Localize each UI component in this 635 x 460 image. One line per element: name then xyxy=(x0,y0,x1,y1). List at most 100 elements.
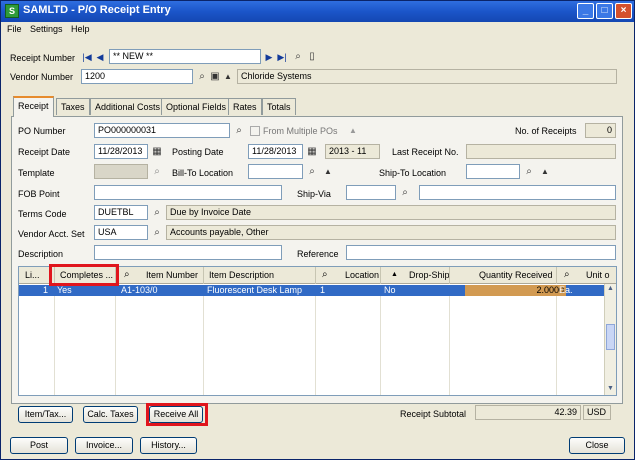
vendor-number-label: Vendor Number xyxy=(10,72,74,82)
column-line[interactable]: Li... xyxy=(25,270,40,280)
from-multiple-pos-label: From Multiple POs xyxy=(263,126,338,136)
minimize-icon[interactable]: _ xyxy=(577,3,594,19)
new-document-icon[interactable]: ▯ xyxy=(306,51,318,63)
ship-to-location-label: Ship-To Location xyxy=(379,168,447,178)
last-record-icon[interactable]: ▶| xyxy=(277,51,287,63)
reference-label: Reference xyxy=(297,249,339,259)
cell-location[interactable]: 1 xyxy=(320,285,325,295)
column-unit-of-measure[interactable]: Unit o xyxy=(586,270,610,280)
terms-code-label: Terms Code xyxy=(18,209,67,219)
tab-additional-costs[interactable]: Additional Costs xyxy=(90,98,166,115)
close-icon[interactable]: × xyxy=(615,3,632,19)
tab-optional-fields[interactable]: Optional Fields xyxy=(161,98,232,115)
posting-date-input[interactable]: 11/28/2013 xyxy=(248,144,303,159)
triangle-up-icon[interactable]: ▲ xyxy=(391,271,398,278)
title-bar: S SAMLTD - P/O Receipt Entry _ □ × xyxy=(1,1,634,22)
ship-via-input[interactable] xyxy=(346,185,396,200)
from-multiple-pos-checkbox[interactable] xyxy=(250,126,260,136)
cell-quantity-received[interactable]: 2.0000 xyxy=(465,285,566,296)
ship-via-finder-icon[interactable]: ⌕ xyxy=(399,187,411,199)
bill-to-finder-icon[interactable]: ⌕ xyxy=(306,166,318,178)
first-record-icon[interactable]: |◀ xyxy=(82,51,92,63)
posting-date-label: Posting Date xyxy=(172,147,224,157)
description-input[interactable] xyxy=(94,245,282,260)
last-receipt-label: Last Receipt No. xyxy=(392,147,459,157)
search-icon[interactable]: ⌕ xyxy=(564,269,570,280)
item-tax-button[interactable]: Item/Tax... xyxy=(18,406,73,423)
menu-help[interactable]: Help xyxy=(71,24,90,34)
column-quantity-received[interactable]: Quantity Received xyxy=(479,270,553,280)
search-icon[interactable]: ⌕ xyxy=(322,269,328,280)
app-icon: S xyxy=(5,4,19,18)
ship-via-description-field[interactable] xyxy=(419,185,616,200)
account-set-finder-icon[interactable]: ⌕ xyxy=(151,227,163,239)
template-finder-icon[interactable]: ⌕ xyxy=(151,166,163,178)
post-button[interactable]: Post xyxy=(10,437,68,454)
receipt-date-input[interactable]: 11/28/2013 xyxy=(94,144,148,159)
column-item-description[interactable]: Item Description xyxy=(209,270,274,280)
scroll-up-icon[interactable]: ▲ xyxy=(606,285,615,295)
window-title: SAMLTD - P/O Receipt Entry xyxy=(23,4,171,16)
cell-drop-ship[interactable]: No xyxy=(384,285,396,295)
vendor-account-set-description: Accounts payable, Other xyxy=(166,225,616,240)
triangle-up-icon[interactable]: ▲ xyxy=(222,71,234,83)
calc-taxes-button[interactable]: Calc. Taxes xyxy=(83,406,138,423)
vendor-number-input[interactable]: 1200 xyxy=(81,69,193,84)
triangle-up-icon[interactable]: ▲ xyxy=(322,166,334,178)
menu-file[interactable]: File xyxy=(7,24,22,34)
column-item-number[interactable]: Item Number xyxy=(146,270,198,280)
triangle-up-icon[interactable]: ▲ xyxy=(347,125,359,137)
calendar-icon[interactable]: ▦ xyxy=(151,146,163,158)
menu-settings[interactable]: Settings xyxy=(30,24,63,34)
search-icon[interactable]: ⌕ xyxy=(124,269,130,280)
column-location[interactable]: Location xyxy=(345,270,379,280)
tab-rates[interactable]: Rates xyxy=(228,98,262,115)
vendor-zoom-icon[interactable]: ▣ xyxy=(209,71,221,83)
grid-vertical-scrollbar[interactable]: ▲ ▼ xyxy=(604,284,616,395)
vendor-account-set-input[interactable]: USA xyxy=(94,225,148,240)
cell-unit-of-measure[interactable]: Ea. xyxy=(559,285,573,295)
column-drop-ship[interactable]: Drop-Ship xyxy=(409,270,450,280)
no-of-receipts-field: 0 xyxy=(585,123,616,138)
reference-input[interactable] xyxy=(346,245,616,260)
ship-via-label: Ship-Via xyxy=(297,189,331,199)
po-number-input[interactable]: PO000000031 xyxy=(94,123,230,138)
ship-to-finder-icon[interactable]: ⌕ xyxy=(523,166,535,178)
ship-to-location-input[interactable] xyxy=(466,164,520,179)
previous-record-icon[interactable]: ◀ xyxy=(95,51,105,63)
cell-line[interactable]: 1 xyxy=(43,285,48,295)
table-row[interactable]: 1 Yes A1-103/0 Fluorescent Desk Lamp 1 N… xyxy=(19,285,605,296)
close-button[interactable]: Close xyxy=(569,437,625,454)
history-button[interactable]: History... xyxy=(140,437,197,454)
receipt-number-input[interactable]: ** NEW ** xyxy=(109,49,261,64)
terms-code-input[interactable]: DUETBL xyxy=(94,205,148,220)
po-finder-icon[interactable]: ⌕ xyxy=(233,125,245,137)
tab-receipt[interactable]: Receipt xyxy=(13,96,54,117)
bill-to-location-label: Bill-To Location xyxy=(172,168,234,178)
finder-icon[interactable]: ⌕ xyxy=(196,71,208,83)
cell-completes[interactable]: Yes xyxy=(57,285,72,295)
template-input[interactable] xyxy=(94,164,148,179)
fob-point-label: FOB Point xyxy=(18,189,60,199)
search-icon[interactable]: ⌕ xyxy=(292,51,304,63)
invoice-button[interactable]: Invoice... xyxy=(75,437,133,454)
receipt-subtotal-field: 42.39 xyxy=(475,405,581,420)
scroll-thumb[interactable] xyxy=(606,324,615,350)
tab-taxes[interactable]: Taxes xyxy=(56,98,90,115)
triangle-up-icon[interactable]: ▲ xyxy=(539,166,551,178)
cell-item-description[interactable]: Fluorescent Desk Lamp xyxy=(207,285,302,295)
terms-finder-icon[interactable]: ⌕ xyxy=(151,207,163,219)
no-of-receipts-label: No. of Receipts xyxy=(515,126,577,136)
tab-totals[interactable]: Totals xyxy=(262,98,296,115)
vendor-account-set-label: Vendor Acct. Set xyxy=(18,229,85,239)
fiscal-period-field: 2013 - 11 xyxy=(325,144,380,159)
completes-column-highlight xyxy=(49,264,119,286)
next-record-icon[interactable]: ▶ xyxy=(264,51,274,63)
calendar-icon[interactable]: ▦ xyxy=(306,146,318,158)
template-label: Template xyxy=(18,168,55,178)
cell-item-number[interactable]: A1-103/0 xyxy=(121,285,158,295)
maximize-icon[interactable]: □ xyxy=(596,3,613,19)
fob-point-input[interactable] xyxy=(94,185,282,200)
scroll-down-icon[interactable]: ▼ xyxy=(606,385,615,395)
bill-to-location-input[interactable] xyxy=(248,164,303,179)
